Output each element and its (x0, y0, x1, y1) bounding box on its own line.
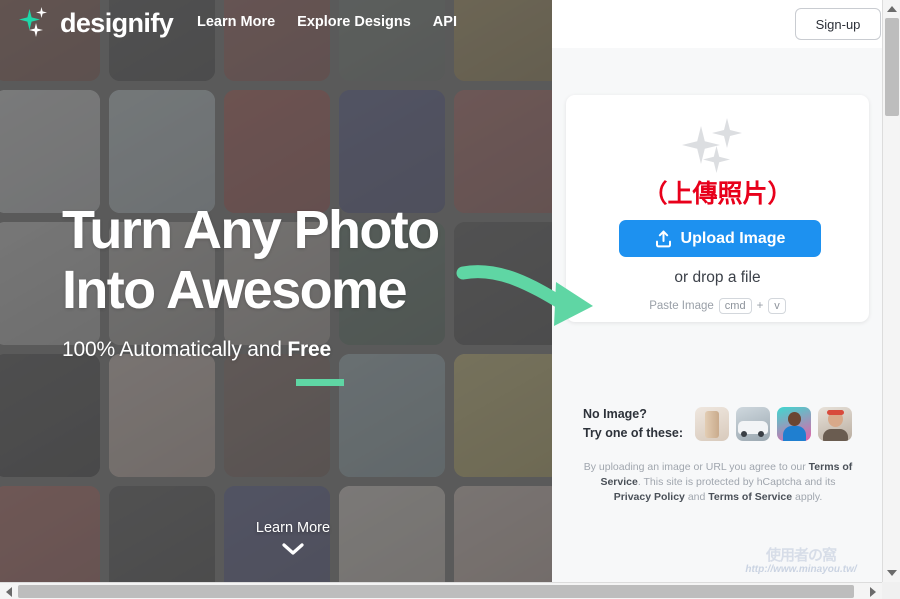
upload-annotation-zh: （上傳照片） (642, 180, 793, 208)
sign-up-button[interactable]: Sign-up (795, 8, 881, 40)
sample-label-line-1: No Image? (583, 407, 647, 421)
free-underline-bar (296, 379, 344, 386)
sample-images-label: No Image? Try one of these: (583, 405, 695, 443)
sample-thumbnails (695, 406, 852, 441)
vertical-scrollbar[interactable] (882, 0, 900, 599)
photo-grid-tile-image (454, 486, 552, 582)
scroll-right-arrow-icon[interactable] (864, 583, 882, 599)
photo-grid-tile (339, 90, 445, 213)
sample-label-line-2: Try one of these: (583, 425, 684, 440)
paper-roll-thumb[interactable] (695, 406, 729, 441)
watermark-title: 使用者の窩 (765, 547, 837, 564)
photo-grid-tile-image (339, 354, 445, 477)
photo-grid-tile-image (0, 90, 100, 213)
learn-more-label: Learn More (255, 520, 331, 536)
key-v: v (768, 298, 786, 314)
photo-grid-tile (454, 90, 552, 213)
nav-item-api[interactable]: API (433, 14, 457, 30)
hero-subtitle: 100% Automatically and Free (62, 338, 439, 362)
vertical-scrollbar-thumb[interactable] (885, 18, 899, 116)
sparkles-icon (676, 116, 762, 173)
photo-grid-tile-image (109, 486, 215, 582)
site-header: designify Learn More Explore Designs API… (0, 0, 900, 48)
watermark-url: http://www.minayou.tw/ (745, 564, 857, 575)
photo-grid-tile (224, 354, 330, 477)
photo-grid-tile-image (0, 354, 100, 477)
horizontal-scrollbar[interactable] (0, 582, 900, 599)
sample-images-row: No Image? Try one of these: (583, 405, 869, 443)
photo-grid-tile-image (109, 90, 215, 213)
upload-image-button[interactable]: Upload Image (619, 220, 821, 257)
photo-grid-tile (454, 354, 552, 477)
paste-plus: + (756, 300, 764, 312)
photo-grid-tile (0, 90, 100, 213)
photo-grid-tile (109, 90, 215, 213)
main-navigation: Learn More Explore Designs API (197, 14, 457, 30)
photo-grid-tile-image (109, 354, 215, 477)
legal-part-2: . This site is protected by hCaptcha and… (637, 475, 836, 488)
headline-line-1: Turn Any Photo (62, 200, 440, 260)
site-watermark: 使用者の窩 http://www.minayou.tw/ (727, 548, 875, 575)
photo-grid-tile (0, 354, 100, 477)
hero-copy: Turn Any Photo Into Awesome 100% Automat… (62, 200, 440, 362)
paste-image-hint: Paste Image cmd + v (566, 298, 869, 314)
photo-grid-tile (339, 354, 445, 477)
photo-grid-tile-image (224, 90, 330, 213)
key-cmd: cmd (718, 298, 752, 314)
legal-part-1: By uploading an image or URL you agree t… (583, 461, 809, 473)
subtitle-emphasis: Free (287, 337, 331, 361)
legal-disclaimer: By uploading an image or URL you agree t… (582, 460, 854, 505)
upload-arrow-icon (655, 230, 671, 247)
nav-item-learn-more[interactable]: Learn More (197, 14, 275, 30)
logo[interactable]: designify (18, 6, 174, 40)
brand-name: designify (60, 7, 174, 38)
scrollbar-corner (882, 582, 900, 599)
upload-dropzone-card[interactable]: （上傳照片） Upload Image or drop a file Paste… (566, 95, 869, 322)
photo-grid-tile (0, 486, 100, 582)
photo-grid-tile-image (454, 354, 552, 477)
photo-grid-tile-image (224, 354, 330, 477)
curved-arrow-right-icon (456, 265, 593, 326)
photo-grid-tile-image (454, 90, 552, 213)
photo-grid-tile (109, 354, 215, 477)
legal-part-4: apply. (792, 490, 823, 503)
page-title: Turn Any Photo Into Awesome (62, 200, 440, 321)
horizontal-scrollbar-thumb[interactable] (18, 585, 854, 598)
privacy-policy-link[interactable]: Privacy Policy (614, 491, 685, 503)
learn-more-scroll-cue[interactable]: Learn More (228, 520, 358, 560)
woman-portrait-thumb[interactable] (818, 406, 852, 441)
chevron-down-icon (282, 543, 304, 555)
scroll-up-arrow-icon[interactable] (883, 0, 900, 18)
photo-grid-tile-image (339, 90, 445, 213)
legal-part-3: and (684, 490, 709, 503)
sparkle-star-icon (18, 6, 52, 40)
subtitle-prefix: 100% Automatically and (62, 337, 288, 361)
photo-grid-tile (224, 90, 330, 213)
nav-item-explore-designs[interactable]: Explore Designs (297, 14, 411, 30)
upload-button-label: Upload Image (680, 229, 786, 247)
scroll-left-arrow-icon[interactable] (0, 583, 18, 599)
photo-grid-tile (109, 486, 215, 582)
headline-line-2: Into Awesome (62, 260, 407, 321)
paste-label: Paste Image (649, 300, 714, 312)
terms-of-service-link-2[interactable]: Terms of Service (708, 491, 792, 503)
photo-grid-tile (454, 486, 552, 582)
white-car-thumb[interactable] (736, 406, 770, 441)
photo-grid-tile-image (0, 486, 100, 582)
drop-file-hint: or drop a file (674, 269, 761, 286)
scroll-down-arrow-icon[interactable] (883, 564, 900, 582)
man-portrait-thumb[interactable] (777, 406, 811, 441)
browser-page: Turn Any Photo Into Awesome 100% Automat… (0, 0, 900, 599)
